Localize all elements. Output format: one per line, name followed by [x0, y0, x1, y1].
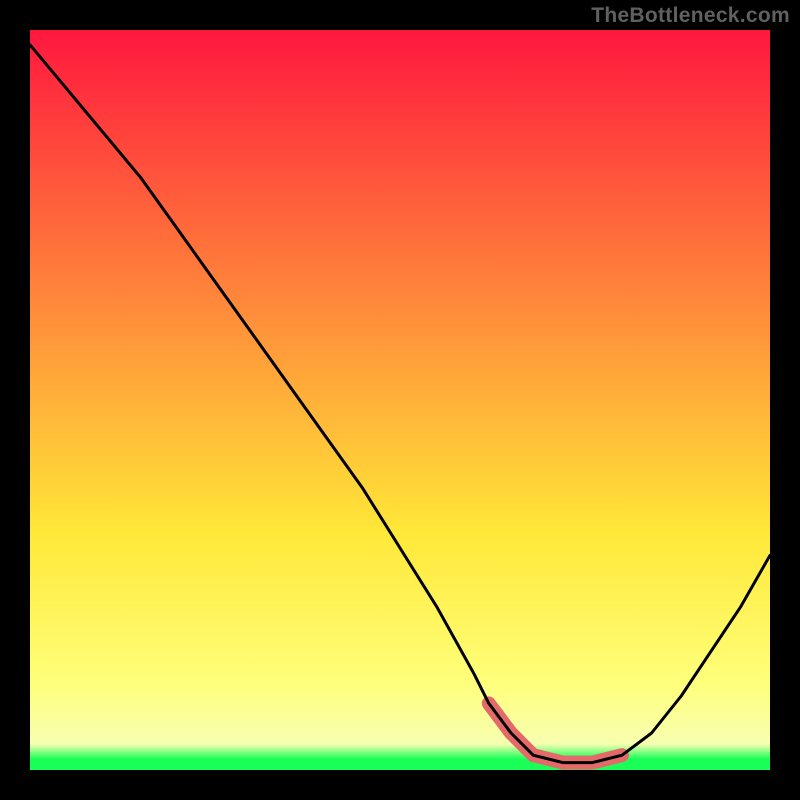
chart-frame: TheBottleneck.com [0, 0, 800, 800]
gradient-background [30, 30, 770, 770]
plot-area [30, 30, 770, 770]
bottleneck-chart [30, 30, 770, 770]
watermark-text: TheBottleneck.com [591, 4, 790, 28]
